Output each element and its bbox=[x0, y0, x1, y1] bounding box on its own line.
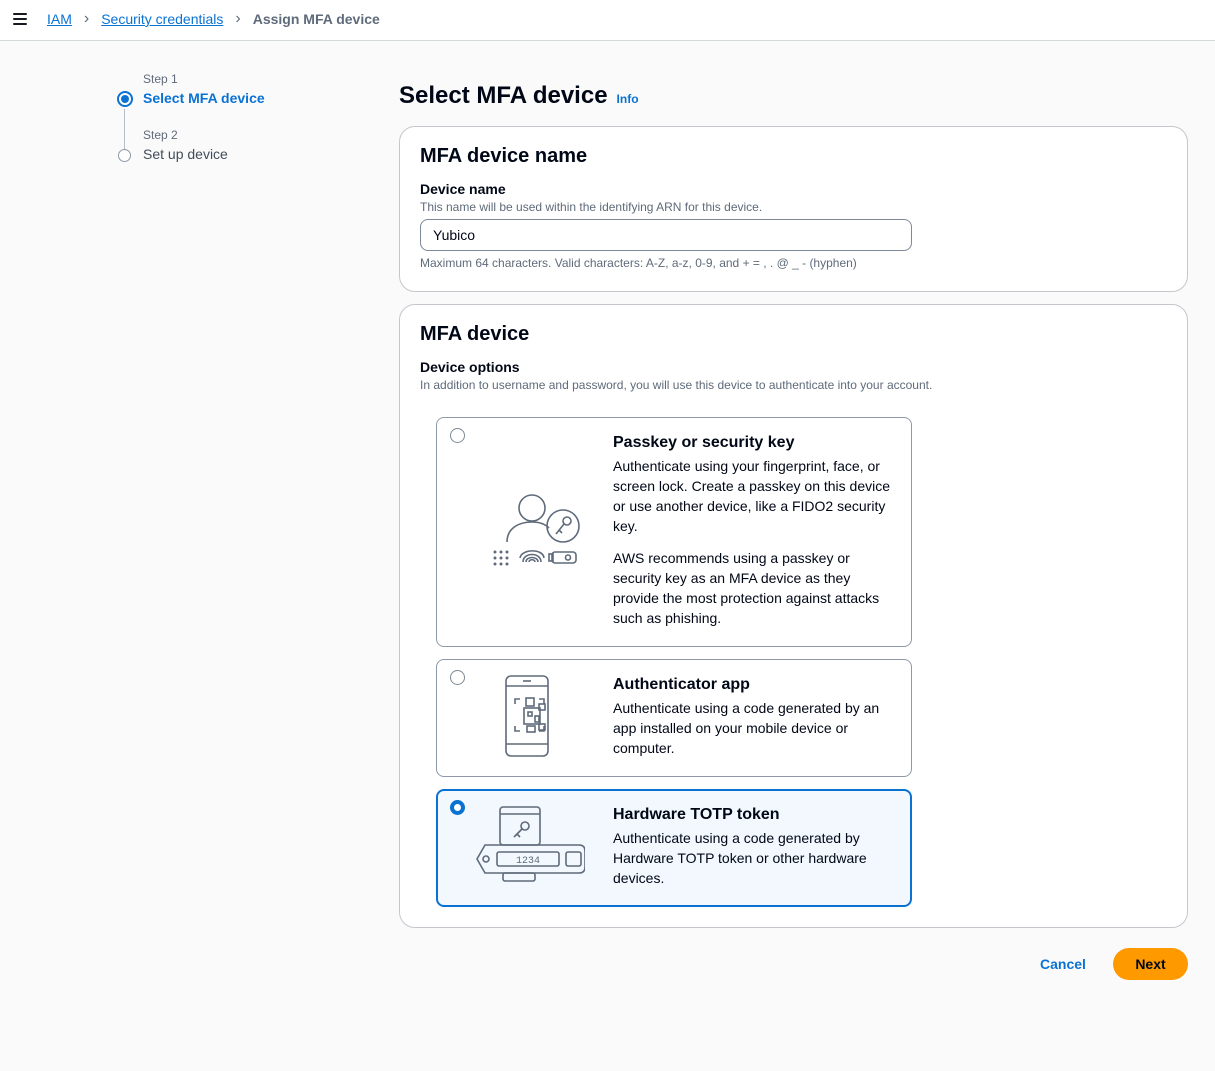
hardware-token-icon: 1234 bbox=[476, 806, 585, 882]
cancel-button[interactable]: Cancel bbox=[1030, 954, 1096, 974]
chevron-right-icon: › bbox=[83, 10, 90, 27]
device-name-input[interactable] bbox=[420, 219, 912, 251]
page-title: Select MFA device Info bbox=[399, 82, 639, 110]
info-link[interactable]: Info bbox=[617, 92, 639, 106]
panel-title: MFA device bbox=[420, 323, 530, 345]
breadcrumb: IAM › Security credentials › Assign MFA … bbox=[47, 10, 380, 28]
breadcrumb-current: Assign MFA device bbox=[252, 11, 380, 27]
token-display-text: 1234 bbox=[516, 856, 540, 867]
panel-title: MFA device name bbox=[420, 145, 588, 167]
passkey-icon bbox=[493, 494, 580, 566]
option-description: Authenticate using your fingerprint, fac… bbox=[613, 458, 891, 534]
breadcrumb-iam-link[interactable]: IAM bbox=[47, 11, 72, 27]
breadcrumb-security-credentials-link[interactable]: Security credentials bbox=[101, 11, 223, 27]
page-title-text: Select MFA device bbox=[399, 82, 608, 109]
menu-icon[interactable] bbox=[13, 13, 27, 25]
option-authenticator-app[interactable]: Authenticator app Authenticate using a c… bbox=[436, 659, 912, 777]
step-1: Step 1 Select MFA device bbox=[117, 72, 357, 107]
option-hardware-totp-text: Hardware TOTP token Authenticate using a… bbox=[613, 806, 898, 888]
chevron-right-icon: › bbox=[235, 10, 241, 27]
mfa-device-name-panel: MFA device name Device name This name wi… bbox=[399, 126, 1188, 292]
option-passkey-text: Passkey or security key Authenticate usi… bbox=[613, 434, 898, 628]
step-2-title: Set up device bbox=[143, 146, 228, 162]
device-options-label: Device options bbox=[420, 359, 520, 375]
option-title: Hardware TOTP token bbox=[613, 806, 780, 823]
device-name-description: This name will be used within the identi… bbox=[420, 200, 763, 214]
mfa-device-panel: MFA device Device options In addition to… bbox=[399, 304, 1188, 928]
option-authenticator-app-text: Authenticator app Authenticate using a c… bbox=[613, 676, 898, 758]
step-2-label: Step 2 bbox=[143, 128, 178, 142]
radio-passkey[interactable] bbox=[450, 428, 465, 443]
device-name-constraint: Maximum 64 characters. Valid characters:… bbox=[420, 256, 857, 270]
option-title: Authenticator app bbox=[613, 676, 750, 693]
option-title: Passkey or security key bbox=[613, 434, 795, 451]
wizard-steps: Step 1 Select MFA device Step 2 Set up d… bbox=[117, 72, 357, 162]
device-options-description: In addition to username and password, yo… bbox=[420, 378, 933, 392]
radio-hardware-totp[interactable] bbox=[450, 800, 465, 815]
top-navigation-bar: IAM › Security credentials › Assign MFA … bbox=[0, 0, 1215, 41]
option-recommendation: AWS recommends using a passkey or securi… bbox=[613, 550, 880, 626]
option-passkey[interactable]: Passkey or security key Authenticate usi… bbox=[436, 417, 912, 647]
step-active-indicator-icon bbox=[117, 91, 133, 107]
radio-authenticator-app[interactable] bbox=[450, 670, 465, 685]
option-hardware-totp[interactable]: 1234 Hardware TOTP token Authenticate us… bbox=[436, 789, 912, 907]
option-description: Authenticate using a code generated by H… bbox=[613, 830, 867, 886]
phone-qr-icon bbox=[505, 675, 549, 757]
step-1-title[interactable]: Select MFA device bbox=[143, 90, 357, 106]
step-1-label: Step 1 bbox=[143, 72, 178, 86]
next-button[interactable]: Next bbox=[1113, 948, 1188, 980]
option-description: Authenticate using a code generated by a… bbox=[613, 700, 880, 756]
device-name-label: Device name bbox=[420, 181, 506, 197]
step-2: Step 2 Set up device bbox=[117, 128, 228, 162]
